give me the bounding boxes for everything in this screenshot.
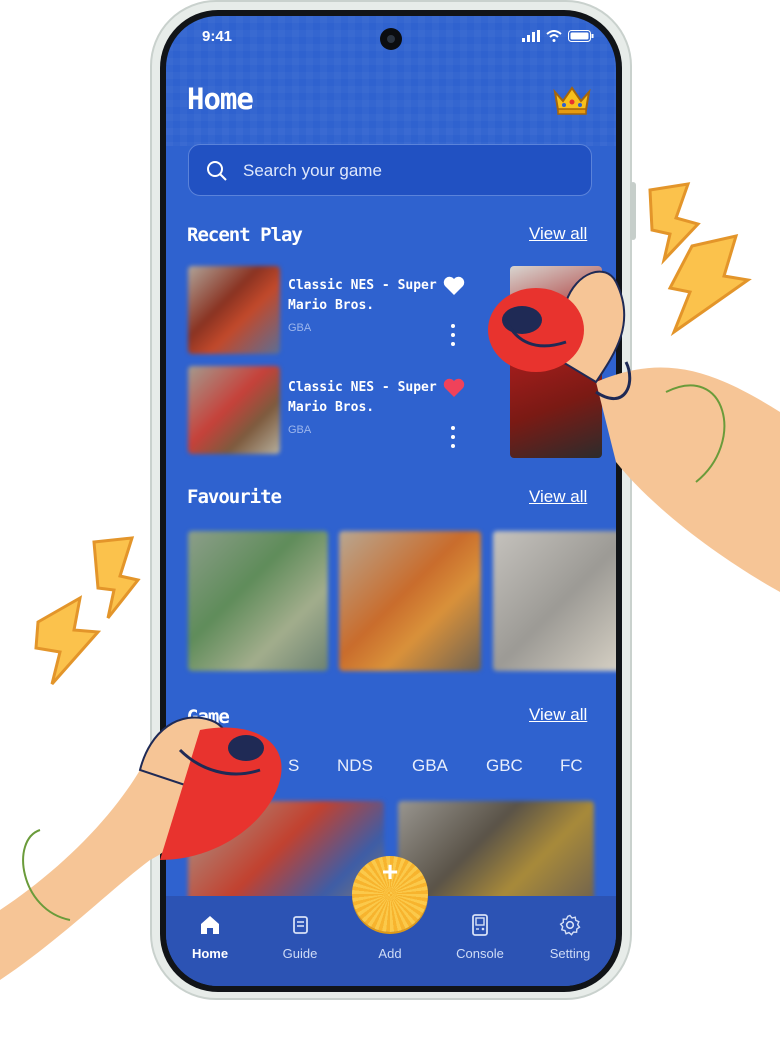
heart-outline-icon[interactable] — [443, 276, 465, 296]
status-time: 9:41 — [202, 28, 233, 45]
add-button[interactable]: + — [352, 856, 428, 932]
recent-game-2-thumbnail[interactable] — [188, 366, 280, 454]
signal-icon — [522, 30, 540, 42]
tab-fc[interactable]: FC — [560, 756, 583, 776]
recent-game-2-more-icon[interactable] — [446, 426, 460, 448]
search-input[interactable] — [241, 157, 575, 185]
front-camera — [380, 28, 402, 50]
search-icon — [207, 161, 227, 181]
recent-game-1-platform: GBA — [288, 322, 312, 334]
tab-gba[interactable]: GBA — [412, 756, 448, 776]
nav-add-label: Add — [378, 946, 402, 961]
nav-add[interactable]: Add — [355, 946, 425, 961]
wifi-icon — [546, 30, 562, 42]
console-icon — [472, 914, 488, 936]
heart-filled-icon[interactable] — [443, 378, 465, 398]
favourite-title: Favourite — [187, 486, 282, 508]
recent-play-title: Recent Play — [187, 224, 303, 246]
left-hand-with-controller-illustration — [0, 716, 282, 980]
recent-view-all-link[interactable]: View all — [529, 224, 587, 244]
page-title: Home — [187, 82, 254, 116]
search-bar[interactable] — [188, 144, 592, 196]
crown-icon[interactable] — [552, 84, 592, 116]
lightning-bolt-left-icon — [34, 536, 141, 685]
status-icons — [522, 28, 594, 44]
nav-setting-label: Setting — [549, 946, 591, 961]
all-game-view-all-link[interactable]: View all — [529, 705, 587, 725]
tab-gbc[interactable]: GBC — [486, 756, 523, 776]
favourite-game-2-cover[interactable] — [339, 531, 481, 671]
phone-side-button — [630, 182, 636, 240]
battery-icon — [568, 30, 594, 42]
recent-game-1-thumbnail[interactable] — [188, 266, 280, 354]
recent-game-2-platform: GBA — [288, 424, 312, 436]
gear-icon — [559, 914, 581, 936]
plus-icon: + — [381, 856, 399, 887]
tab-nds[interactable]: NDS — [337, 756, 373, 776]
recent-game-1-more-icon[interactable] — [446, 324, 460, 346]
favourite-game-1-cover[interactable] — [188, 531, 328, 671]
recent-game-2-title[interactable]: Classic NES - Super Mario Bros. — [288, 378, 440, 418]
right-hand-with-controller-illustration — [488, 270, 780, 592]
nav-console-label: Console — [456, 946, 504, 961]
nav-setting[interactable]: Setting — [535, 914, 605, 961]
recent-game-1-title[interactable]: Classic NES - Super Mario Bros. — [288, 276, 440, 316]
nav-console[interactable]: Console — [445, 914, 515, 961]
